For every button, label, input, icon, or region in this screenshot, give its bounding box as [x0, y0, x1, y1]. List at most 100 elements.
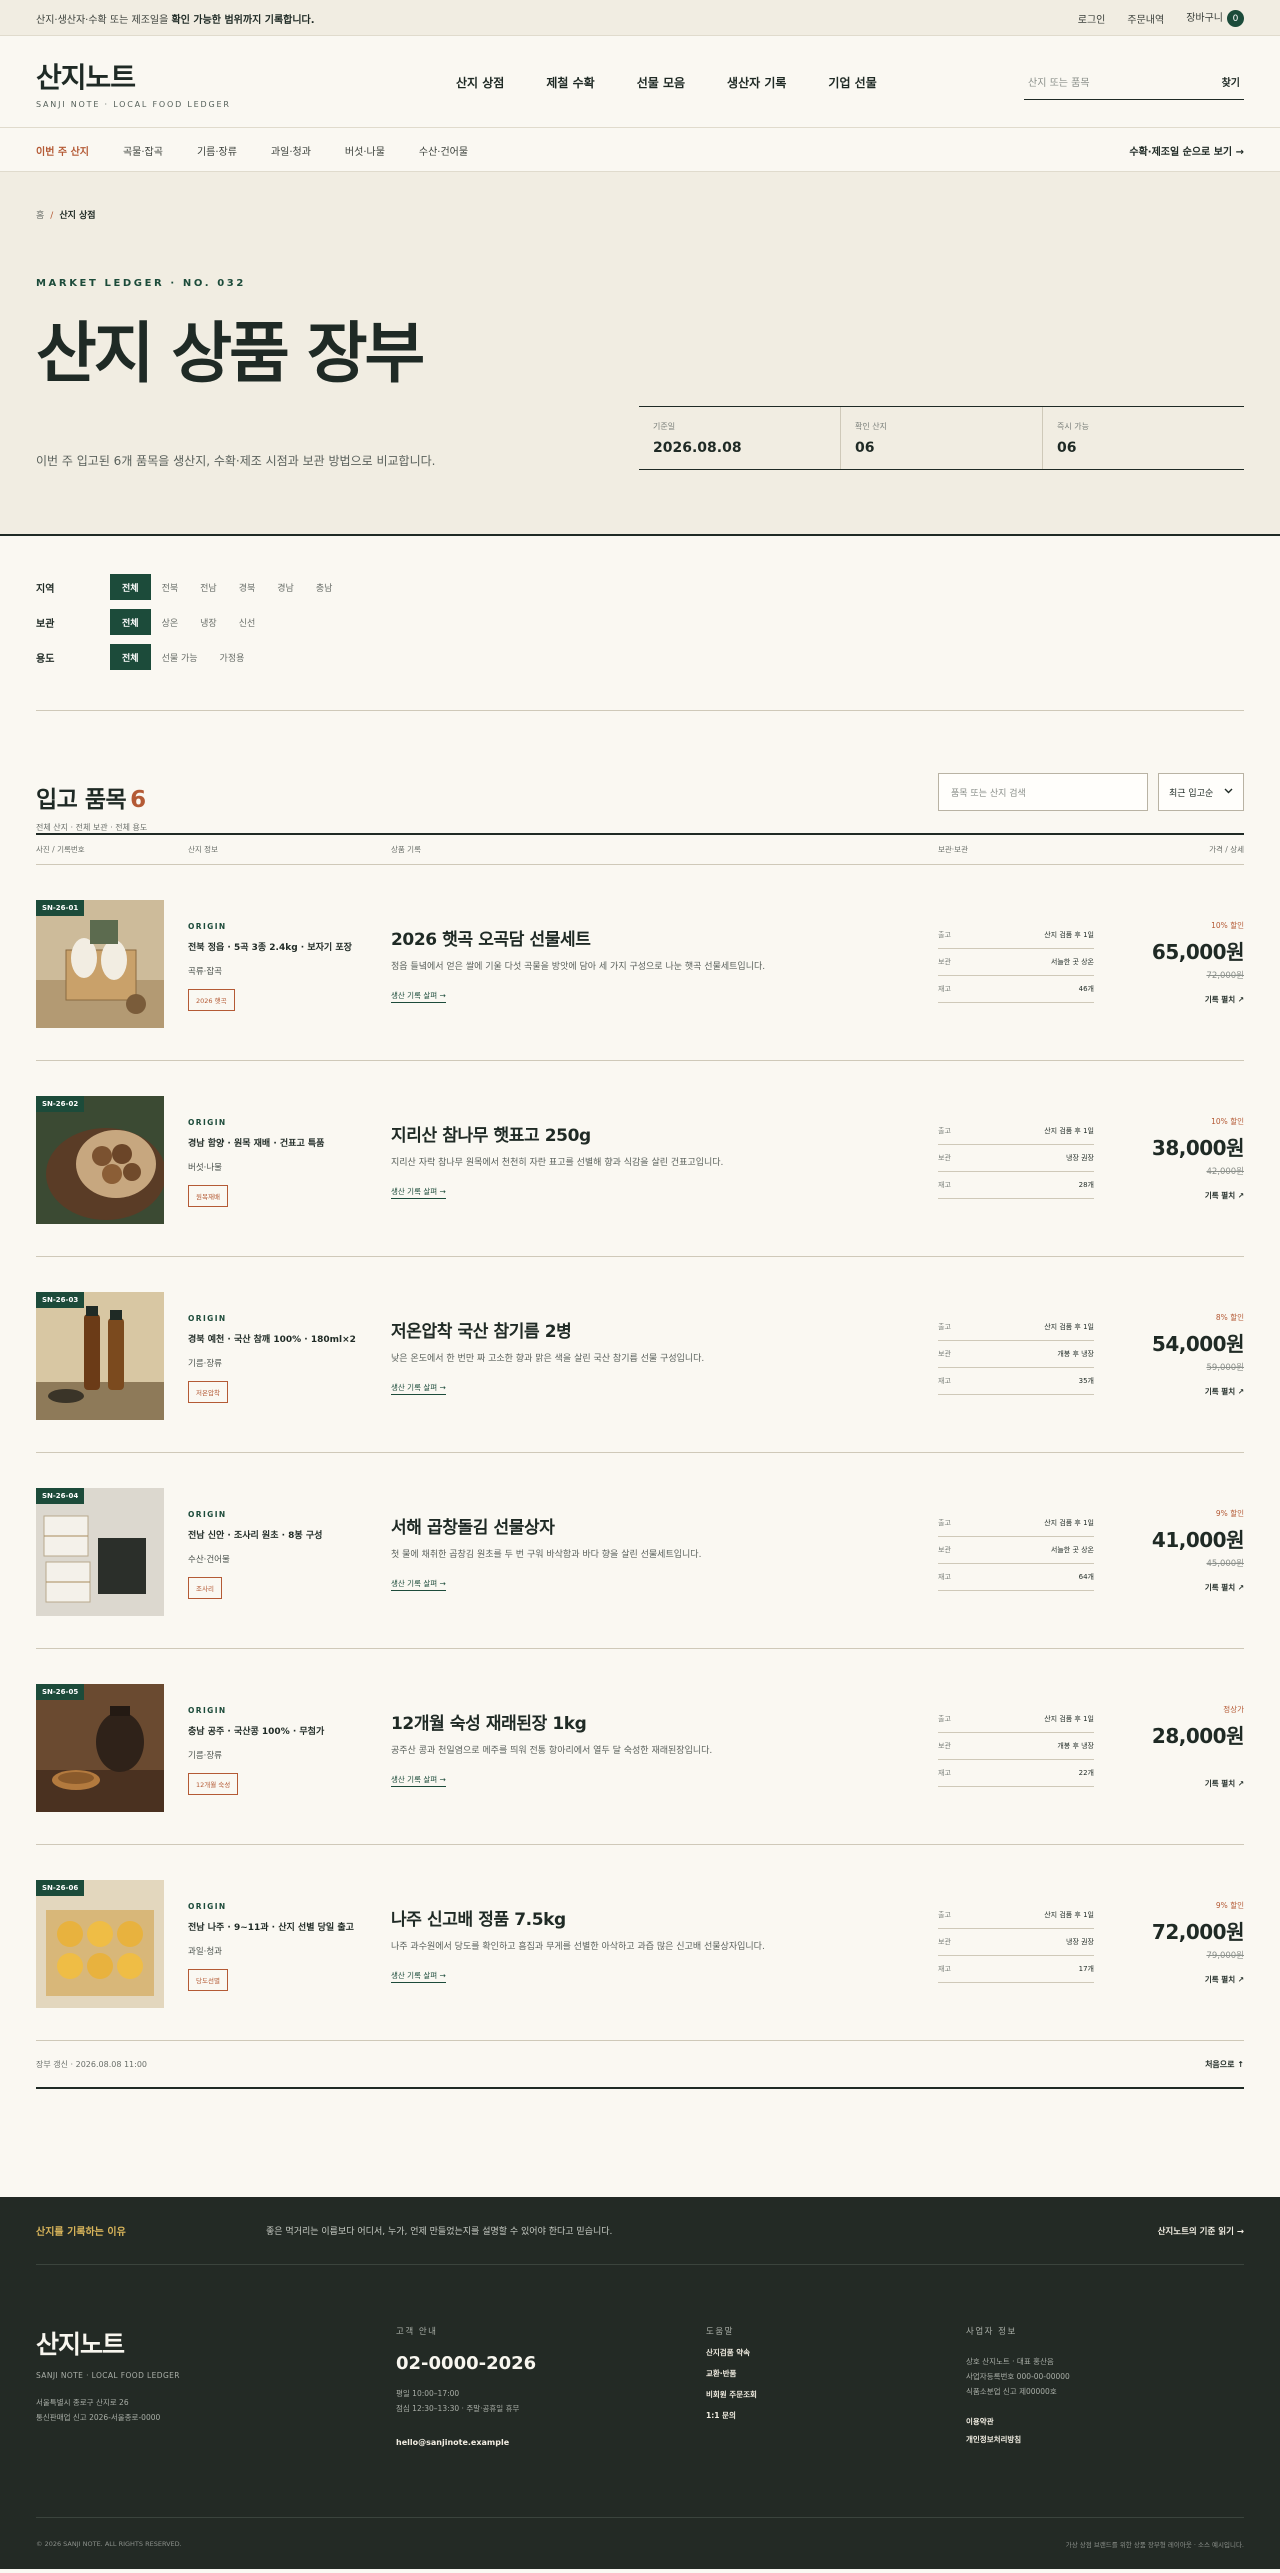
terms-link[interactable]: 이용약관: [966, 2413, 1244, 2431]
sort-by-harvest-link[interactable]: 수확·제조일 순으로 보기 →: [1129, 143, 1244, 158]
login-link[interactable]: 로그인: [1078, 11, 1106, 26]
filter-chip[interactable]: 충남: [305, 574, 344, 600]
original-price: 45,000원: [1206, 1559, 1244, 1569]
nav-item[interactable]: 기업 선물: [828, 74, 876, 91]
production-record-link[interactable]: 생산 기록 살펴 →: [391, 1382, 446, 1395]
discount-label: 9% 할인: [1215, 1509, 1244, 1518]
spec-row: 재고 64개: [938, 1564, 1094, 1591]
category-item[interactable]: 버섯·나물: [345, 143, 385, 158]
privacy-link[interactable]: 개인정보처리방침: [966, 2431, 1244, 2449]
product-image[interactable]: SN-26-05: [36, 1684, 164, 1812]
product-row: SN-26-02 ORIGIN 경남 함양 · 원목 재배 · 건표고 특품 버…: [36, 1061, 1245, 1257]
origin-label: ORIGIN: [188, 1118, 227, 1127]
footer-logo[interactable]: 산지노트: [36, 2325, 396, 2361]
product-title[interactable]: 12개월 숙성 재래된장 1kg: [391, 1709, 918, 1734]
open-record-button[interactable]: 기록 펼치 ↗: [1094, 1778, 1244, 1789]
origin-label: ORIGIN: [188, 1706, 227, 1715]
category-item[interactable]: 기름·장류: [197, 143, 237, 158]
open-record-button[interactable]: 기록 펼치 ↗: [1094, 1386, 1244, 1397]
filter-chip[interactable]: 경남: [266, 574, 305, 600]
search-input[interactable]: 산지 또는 품목: [1028, 74, 1090, 89]
product-image[interactable]: SN-26-03: [36, 1292, 164, 1420]
original-price: 72,000원: [1206, 971, 1244, 981]
open-record-button[interactable]: 기록 펼치 ↗: [1094, 994, 1244, 1005]
sort-select[interactable]: 최근 입고순: [1158, 773, 1244, 811]
phone-number[interactable]: 02-0000-2026: [396, 2353, 706, 2374]
cart-count-badge: 0: [1227, 10, 1244, 28]
product-title[interactable]: 저온압착 국산 참기름 2병: [391, 1317, 918, 1342]
production-record-link[interactable]: 생산 기록 살펴 →: [391, 1774, 446, 1787]
product-image[interactable]: SN-26-01: [36, 900, 164, 1028]
product-description: 공주산 콩과 천일염으로 메주를 띄워 전통 항아리에서 열두 달 숙성한 재래…: [391, 1746, 713, 1756]
email-link[interactable]: hello@sanjinote.example: [396, 2438, 706, 2447]
top-notice-bar: 산지·생산자·수확 또는 제조일을 확인 가능한 범위까지 기록합니다. 로그인…: [0, 0, 1280, 36]
production-record-link[interactable]: 생산 기록 살펴 →: [391, 1970, 446, 1983]
standards-link[interactable]: 산지노트의 기준 읽기 →: [1158, 2225, 1244, 2237]
stat-available: 즉시 가능 06: [1057, 422, 1089, 456]
product-image[interactable]: SN-26-06: [36, 1880, 164, 2008]
product-description: 지리산 자락 참나무 원목에서 천천히 자란 표고를 선별해 향과 식감을 살린…: [391, 1158, 724, 1168]
hero-eyebrow: MARKET LEDGER · NO. 032: [36, 278, 246, 289]
product-search-input[interactable]: 품목 또는 산지 검색: [938, 773, 1148, 811]
filter-chip[interactable]: 가정용: [209, 644, 256, 670]
filter-chip[interactable]: 선물 가능: [151, 644, 209, 670]
orders-link[interactable]: 주문내역: [1127, 11, 1164, 26]
product-title[interactable]: 나주 신고배 정품 7.5kg: [391, 1905, 918, 1930]
product-info: 지리산 참나무 햇표고 250g 지리산 자락 참나무 원목에서 천천히 자란 …: [391, 1096, 938, 1256]
spec-row: 보관 서늘한 곳 상온: [938, 1537, 1094, 1564]
product-category: 기름·장류: [188, 1359, 222, 1369]
nav-item[interactable]: 제철 수확: [546, 74, 594, 91]
filter-chip[interactable]: 경북: [228, 574, 267, 600]
nav-item[interactable]: 선물 모음: [637, 74, 685, 91]
product-row: SN-26-05 ORIGIN 충남 공주 · 국산콩 100% · 무첨가 기…: [36, 1649, 1245, 1845]
nav-item[interactable]: 생산자 기록: [727, 74, 786, 91]
product-category: 과일·청과: [188, 1947, 222, 1957]
discount-label: 9% 할인: [1215, 1901, 1244, 1910]
origin-place: 충남 공주 · 국산콩 100% · 무첨가: [188, 1727, 325, 1737]
spec-row: 재고 35개: [938, 1368, 1094, 1395]
search-button[interactable]: 찾기: [1222, 74, 1240, 89]
help-link[interactable]: 비회원 주문조회: [706, 2389, 966, 2400]
discount-label: 8% 할인: [1215, 1313, 1244, 1322]
breadcrumb-home[interactable]: 홈: [36, 211, 44, 221]
record-code-badge: SN-26-01: [36, 900, 85, 916]
product-title[interactable]: 지리산 참나무 햇표고 250g: [391, 1121, 918, 1146]
category-item[interactable]: 수산·건어물: [419, 143, 468, 158]
production-record-link[interactable]: 생산 기록 살펴 →: [391, 990, 446, 1003]
help-link[interactable]: 1:1 문의: [706, 2410, 966, 2421]
open-record-button[interactable]: 기록 펼치 ↗: [1094, 1974, 1244, 1985]
product-description: 낮은 온도에서 한 번만 짜 고소한 향과 맑은 색을 살린 국산 참기름 선물…: [391, 1354, 705, 1364]
price-block: 정상가 28,000원 기록 펼치 ↗: [1094, 1684, 1245, 1844]
notice-text: 산지·생산자·수확 또는 제조일을 확인 가능한 범위까지 기록합니다.: [36, 14, 315, 26]
filter-chip-active[interactable]: 전체: [110, 609, 151, 635]
filter-chip-active[interactable]: 전체: [110, 574, 151, 600]
category-item[interactable]: 곡물·잡곡: [123, 143, 163, 158]
category-item[interactable]: 과일·청과: [271, 143, 311, 158]
product-image[interactable]: SN-26-04: [36, 1488, 164, 1616]
cart-link[interactable]: 장바구니 0: [1186, 9, 1244, 28]
product-title[interactable]: 서해 곱창돌김 선물상자: [391, 1513, 918, 1538]
spec-row: 출고 산지 검품 후 1일: [938, 1510, 1094, 1537]
price: 38,000원: [1151, 1136, 1245, 1160]
filter-chip-active[interactable]: 전체: [110, 644, 151, 670]
origin-info: ORIGIN 충남 공주 · 국산콩 100% · 무첨가 기름·장류 12개월…: [188, 1684, 391, 1844]
nav-item[interactable]: 산지 상점: [456, 74, 504, 91]
back-to-top-link[interactable]: 처음으로 ↑: [1205, 2059, 1244, 2070]
filter-chip[interactable]: 냉장: [189, 609, 228, 635]
product-image[interactable]: SN-26-02: [36, 1096, 164, 1224]
logo[interactable]: 산지노트 SANJI NOTE · LOCAL FOOD LEDGER: [36, 56, 456, 109]
page-title: 산지 상품 장부: [36, 315, 425, 392]
production-record-link[interactable]: 생산 기록 살펴 →: [391, 1578, 446, 1591]
filter-chip[interactable]: 전남: [189, 574, 228, 600]
filter-chip[interactable]: 전북: [151, 574, 190, 600]
filter-chip[interactable]: 상온: [151, 609, 190, 635]
production-record-link[interactable]: 생산 기록 살펴 →: [391, 1186, 446, 1199]
help-link[interactable]: 교환·반품: [706, 2368, 966, 2379]
category-item-active[interactable]: 이번 주 산지: [36, 143, 89, 158]
open-record-button[interactable]: 기록 펼치 ↗: [1094, 1582, 1244, 1593]
open-record-button[interactable]: 기록 펼치 ↗: [1094, 1190, 1244, 1201]
list-footer: 장부 갱신 · 2026.08.08 11:00 처음으로 ↑: [36, 2041, 1244, 2089]
product-title[interactable]: 2026 햇곡 오곡담 선물세트: [391, 925, 918, 950]
help-link[interactable]: 산지검품 약속: [706, 2347, 966, 2358]
filter-chip[interactable]: 신선: [228, 609, 267, 635]
